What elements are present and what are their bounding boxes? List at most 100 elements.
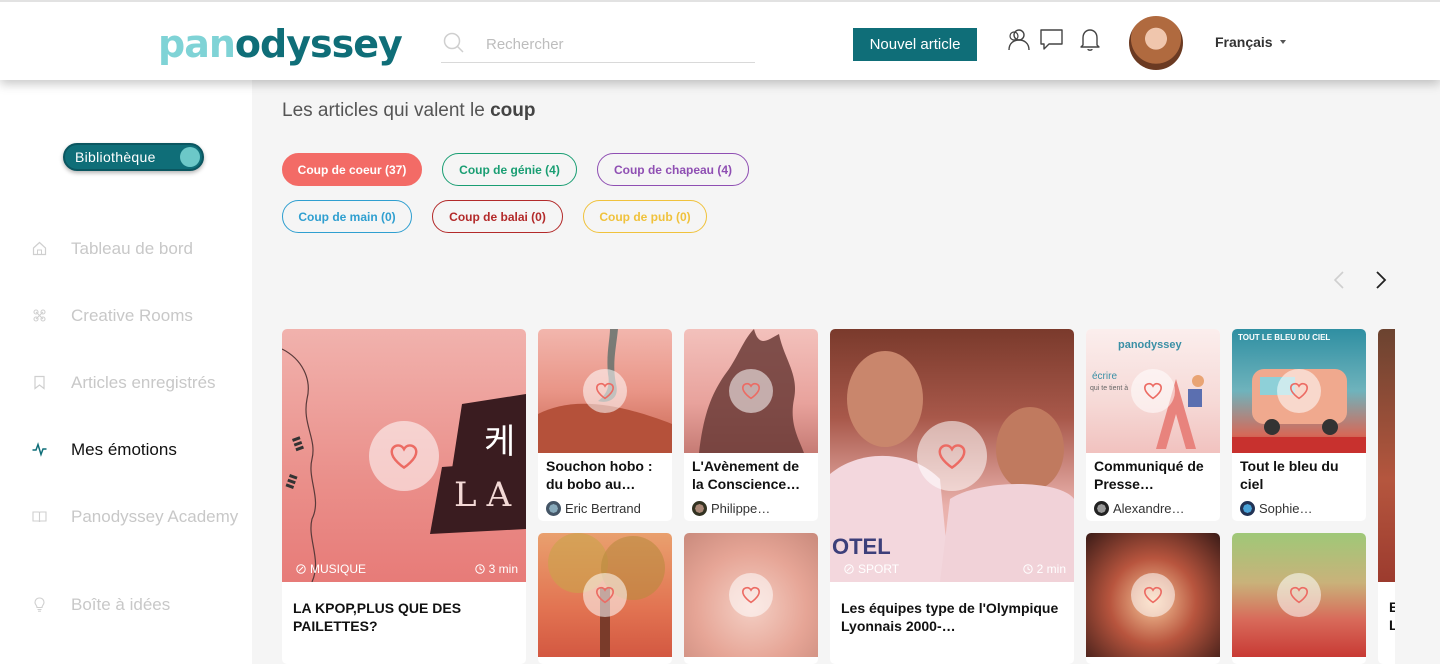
article-card-avenement[interactable]: L'Avènement de la Conscience… Philippe… [684,329,818,521]
chip-coup-de-genie[interactable]: Coup de génie (4) [442,153,577,186]
heart-button[interactable] [1277,369,1321,413]
partial-title-2: L [1389,617,1395,633]
card-title: Tout le bleu du ciel [1240,458,1339,492]
author-avatar [1094,501,1109,516]
author-avatar [546,501,561,516]
heart-button[interactable] [583,369,627,413]
article-card-blurred[interactable] [684,533,818,664]
bookmark-icon [34,375,45,390]
logo-part-pan: pan [158,22,236,66]
article-card-bleu-du-ciel[interactable]: TOUT LE BLEU DU CIEL Tout le bleu du cie… [1232,329,1366,521]
article-card-kpop[interactable]: 케 LA MUSIQUE 3 min LA KPOP,PLUS QUE DES … [282,329,526,664]
clock-icon [474,564,485,574]
reading-duration: 3 min [474,562,518,576]
heart-button[interactable] [1277,573,1321,617]
clock-icon [1022,564,1033,574]
caret-down-icon[interactable] [1280,40,1286,44]
card-image: TOUT LE BLEU DU CIEL [1232,329,1366,453]
section-title-bold: coup [490,100,536,121]
category-label: SPORT [858,562,900,576]
jersey-text: OTEL [832,534,891,559]
heart-button[interactable] [583,573,627,617]
chip-coup-de-chapeau[interactable]: Coup de chapeau (4) [597,153,749,186]
bell-icon[interactable] [1079,27,1101,52]
book-cover-title: TOUT LE BLEU DU CIEL [1238,333,1331,342]
card-title: Communiqué de Presse… [1094,458,1204,492]
sidebar-item-label: Mes émotions [71,440,177,459]
article-card-communique[interactable]: panodyssey écrire qui te tient à Communi… [1086,329,1220,521]
card-author: Alexandre… [1094,501,1185,516]
library-toggle-label: Bibliothèque [75,149,156,165]
partial-title-1: E [1389,599,1395,615]
sidebar-item-label: Articles enregistrés [71,373,216,392]
heart-icon [938,443,966,469]
card-title: Les équipes type de l'Olympique Lyonnais… [841,600,1059,634]
heart-button[interactable] [1131,369,1175,413]
article-card-olympique-lyonnais[interactable]: OTEL SPORT 2 min Les équipes type de l'O… [830,329,1074,664]
sidebar-item-label: Creative Rooms [71,306,193,325]
overlay-text-korean: 케 [484,422,516,462]
chip-coup-de-coeur[interactable]: Coup de coeur (37) [282,153,422,186]
article-card-book[interactable] [1086,533,1220,664]
card-author: Eric Bertrand [546,501,641,516]
card-title: LA KPOP,PLUS QUE DES PAILETTES? [293,600,462,634]
toggle-knob [180,147,200,167]
card-image [1378,329,1395,582]
author-avatar [692,501,707,516]
heart-button[interactable] [1131,573,1175,617]
heart-button[interactable] [729,573,773,617]
heart-button[interactable] [917,421,987,491]
chip-coup-de-pub[interactable]: Coup de pub (0) [583,200,707,233]
heart-icon [1289,382,1309,400]
book-icon [32,511,47,523]
chevron-left-icon[interactable] [1333,270,1345,290]
card-title: L'Avènement de la Conscience… [692,458,801,492]
creative-icon [33,309,46,322]
category-tag: SPORT [844,562,899,576]
chip-coup-de-balai[interactable]: Coup de balai (0) [432,200,563,233]
heart-icon [1143,382,1163,400]
sidebar-item-label: Tableau de bord [71,239,193,258]
card-image [538,533,672,657]
top-header: panodyssey Nouvel article Français [0,0,1440,80]
article-card-strawberries[interactable] [1232,533,1366,664]
reading-duration: 2 min [1022,562,1066,576]
sidebar: Bibliothèque Tableau de bord Creative Ro… [0,80,252,664]
chat-icon[interactable] [1039,27,1064,52]
chevron-right-icon[interactable] [1375,270,1387,290]
home-icon [32,241,47,256]
card-author: Philippe… [692,501,770,516]
search-icon[interactable] [443,32,465,54]
logo-part-odyssey: odyssey [234,22,403,66]
heart-icon [595,586,615,604]
heart-icon [390,443,418,469]
chip-coup-de-main[interactable]: Coup de main (0) [282,200,412,233]
panodyssey-logo[interactable]: panodyssey [158,22,403,66]
card-image [1086,533,1220,657]
article-card-souchon[interactable]: Souchon hobo : du bobo au… Eric Bertrand [538,329,672,521]
search-input[interactable] [486,32,746,56]
author-name: Philippe… [711,501,771,516]
author-name: Sophie… [1259,501,1313,516]
user-avatar[interactable] [1129,16,1183,70]
card-author: Sophie… [1240,501,1312,516]
card-title: Souchon hobo : du bobo au… [546,458,653,492]
image-text-ecrire: écrire [1092,371,1118,382]
card-image [538,329,672,453]
language-selector[interactable]: Français [1215,34,1273,50]
article-card-partial[interactable]: E L [1378,329,1395,664]
duration-label: 3 min [488,562,518,576]
new-article-button[interactable]: Nouvel article [853,28,977,61]
heart-icon [741,586,761,604]
article-card-tree[interactable] [538,533,672,664]
search-bar [441,28,755,63]
card-image [1232,533,1366,657]
image-text-tagline: qui te tient à [1090,385,1129,392]
users-icon[interactable] [1006,27,1031,52]
library-toggle[interactable]: Bibliothèque [63,143,204,171]
category-tag: MUSIQUE [296,562,366,576]
heart-button[interactable] [369,421,439,491]
heart-icon [1143,586,1163,604]
image-logo-text: panodyssey [1118,339,1182,351]
heart-button[interactable] [729,369,773,413]
